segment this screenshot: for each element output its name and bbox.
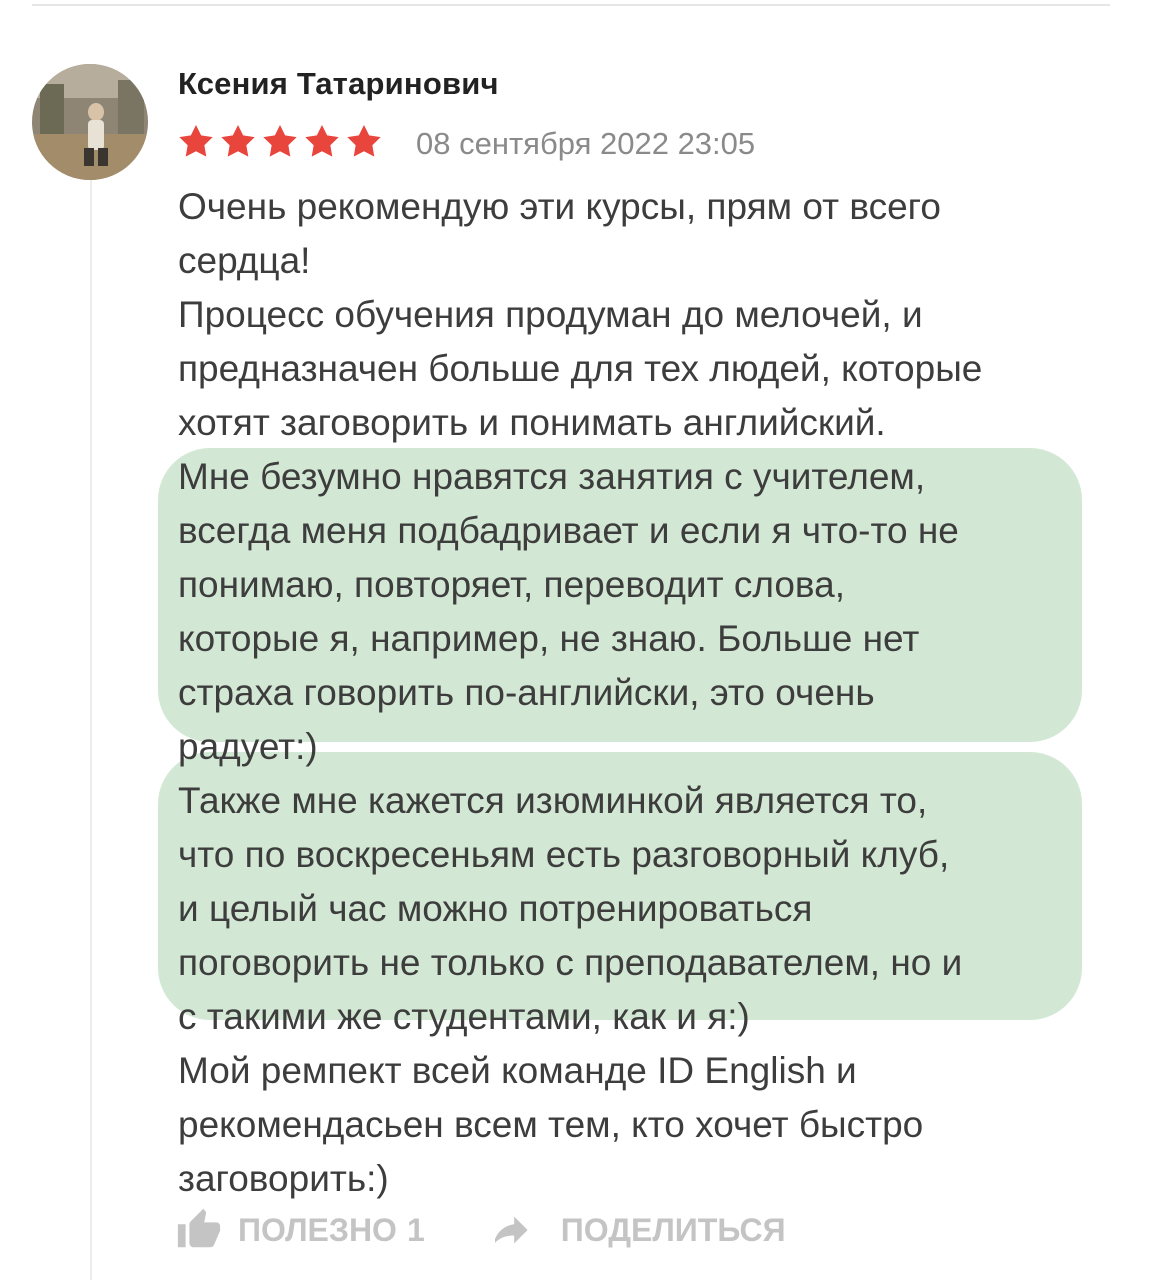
star-rating	[176, 122, 384, 166]
star-icon	[305, 125, 339, 157]
review-text-line: Мне безумно нравятся занятия с учителем,	[178, 456, 926, 497]
review-text-line: Также мне кажется изюминкой является то,	[178, 780, 928, 821]
share-arrow-icon	[494, 1216, 528, 1244]
review-text-line: хотят заговорить и понимать английский.	[178, 402, 886, 443]
review-text-line: заговорить:)	[178, 1158, 389, 1199]
review-text-line: Процесс обучения продуман до мелочей, и	[178, 294, 923, 335]
top-divider	[32, 4, 1110, 6]
review-text-line: сердца!	[178, 240, 311, 281]
thread-line	[90, 180, 92, 1280]
review-text-line: страха говорить по-английски, это очень	[178, 672, 875, 713]
star-icon	[179, 125, 213, 157]
star-icon	[263, 125, 297, 157]
review-text-line: всегда меня подбадривает и если я что-то…	[178, 510, 959, 551]
review-actions: ПОЛЕЗНО 1 ПОДЕЛИТЬСЯ	[176, 1204, 786, 1256]
share-label: ПОДЕЛИТЬСЯ	[560, 1211, 786, 1248]
share-button[interactable]: ПОДЕЛИТЬСЯ	[494, 1207, 786, 1253]
helpful-label: ПОЛЕЗНО	[238, 1211, 397, 1248]
review-text-line: Очень рекомендую эти курсы, прям от всег…	[178, 186, 941, 227]
review-text-line: и целый час можно потренироваться	[178, 888, 813, 929]
review-text-line: что по воскресеньям есть разговорный клу…	[178, 834, 950, 875]
star-icon	[347, 125, 381, 157]
review-text-line: которые я, например, не знаю. Больше нет	[178, 618, 920, 659]
review-text-line: радует:)	[178, 726, 318, 767]
avatar-image	[32, 64, 148, 180]
helpful-button[interactable]: ПОЛЕЗНО 1	[176, 1207, 425, 1253]
author-name[interactable]: Ксения Татаринович	[178, 66, 499, 102]
review-text-line: поговорить не только с преподавателем, н…	[178, 942, 963, 983]
star-icon	[221, 125, 255, 157]
review-text-line: предназначен больше для тех людей, котор…	[178, 348, 983, 389]
review-text-line: Мой ремпект всей команде ID English и	[178, 1050, 857, 1091]
avatar[interactable]	[32, 64, 148, 180]
review-text-line: понимаю, повторяет, переводит слова,	[178, 564, 845, 605]
review-text: Очень рекомендую эти курсы, прям от всег…	[178, 180, 1148, 1206]
thumbs-up-icon	[177, 1208, 221, 1248]
review-date: 08 сентября 2022 23:05	[416, 126, 756, 161]
review-text-line: рекомендасьен всем тем, кто хочет быстро	[178, 1104, 924, 1145]
helpful-count: 1	[406, 1211, 425, 1248]
review-text-line: с такими же студентами, как и я:)	[178, 996, 750, 1037]
